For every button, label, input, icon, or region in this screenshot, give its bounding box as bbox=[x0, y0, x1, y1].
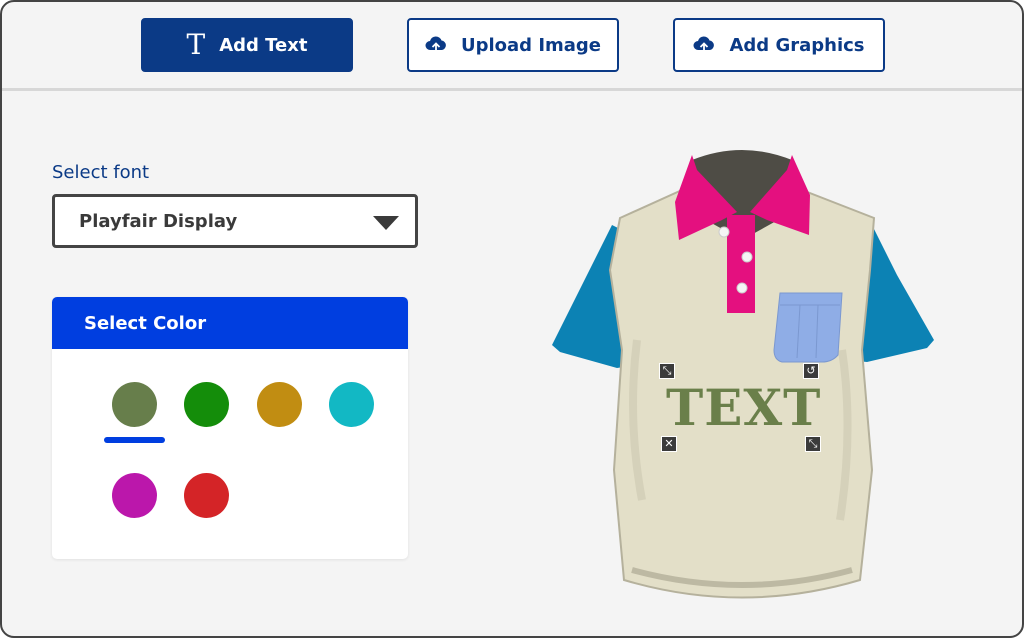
add-graphics-button[interactable]: Add Graphics bbox=[673, 18, 885, 72]
toolbar: T Add Text Upload Image Add Graphics bbox=[2, 2, 1022, 91]
shirt-pocket bbox=[773, 292, 843, 363]
selected-color-indicator bbox=[104, 437, 165, 443]
color-swatch-gold[interactable] bbox=[257, 382, 302, 427]
add-graphics-label: Add Graphics bbox=[729, 34, 865, 56]
resize-icon[interactable]: ⤡ bbox=[659, 363, 675, 379]
text-icon: T bbox=[186, 28, 206, 61]
upload-image-button[interactable]: Upload Image bbox=[407, 18, 619, 72]
font-select-value: Playfair Display bbox=[79, 210, 238, 232]
color-swatch-teal[interactable] bbox=[329, 382, 374, 427]
color-panel-header: Select Color bbox=[52, 297, 408, 349]
color-swatch-magenta[interactable] bbox=[112, 473, 157, 518]
scale-icon[interactable]: ⤡ bbox=[805, 436, 821, 452]
add-text-label: Add Text bbox=[219, 34, 308, 56]
color-swatch-green[interactable] bbox=[184, 382, 229, 427]
add-text-button[interactable]: T Add Text bbox=[141, 18, 353, 72]
font-select[interactable]: Playfair Display bbox=[52, 194, 418, 248]
color-swatch-olive[interactable] bbox=[112, 382, 157, 427]
font-label: Select font bbox=[52, 162, 150, 183]
caret-down-icon bbox=[373, 216, 399, 230]
color-panel: Select Color bbox=[52, 297, 408, 559]
cloud-upload-icon bbox=[693, 36, 715, 54]
delete-icon[interactable]: ✕ bbox=[661, 436, 677, 452]
rotate-icon[interactable]: ↺ bbox=[803, 363, 819, 379]
shirt-placket bbox=[727, 215, 755, 313]
cloud-upload-icon bbox=[425, 36, 447, 54]
app-frame: T Add Text Upload Image Add Graphics Sel… bbox=[0, 0, 1024, 638]
upload-image-label: Upload Image bbox=[460, 34, 602, 56]
color-swatch-red[interactable] bbox=[184, 473, 229, 518]
design-text-layer[interactable]: TEXT bbox=[666, 378, 820, 438]
